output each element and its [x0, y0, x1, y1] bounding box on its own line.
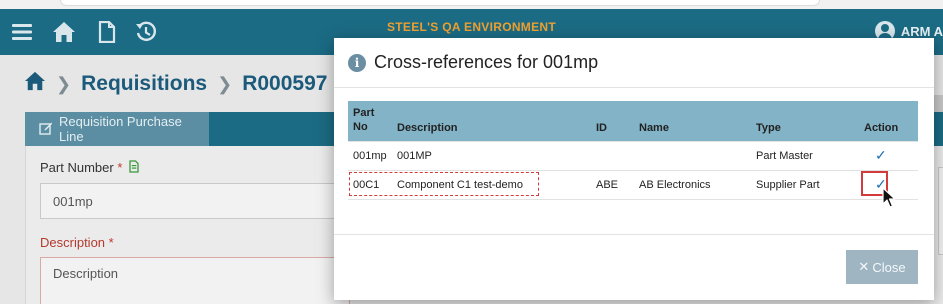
column-header-action: Action	[859, 101, 918, 141]
tab-label: Requisition Purchase Line	[59, 114, 182, 144]
part-number-field[interactable]: 001mp	[40, 183, 340, 219]
cross-references-modal: i Cross-references for 001mp Part No Desc…	[334, 38, 934, 300]
browser-strip	[0, 0, 943, 9]
cell-id: ABE	[591, 170, 634, 200]
user-name: ARM A	[900, 23, 943, 39]
breadcrumb: ❯ Requisitions ❯ R000597 ❯ N	[24, 71, 378, 97]
table-header-row: Part No Description ID Name Type Action	[348, 101, 918, 141]
table-row: 001mp 001MP Part Master ✓	[348, 140, 918, 171]
cell-type: Supplier Part	[751, 170, 859, 200]
modal-title: Cross-references for 001mp	[374, 52, 599, 72]
cell-name	[634, 140, 751, 171]
cell-description: 001MP	[392, 140, 591, 171]
column-header-description: Description	[392, 101, 591, 141]
spreadsheet-icon[interactable]	[129, 160, 139, 176]
mouse-cursor-icon	[882, 187, 896, 214]
environment-title: STEEL'S QA ENVIRONMENT	[386, 20, 557, 34]
close-button[interactable]: ✕ Close	[846, 250, 918, 284]
description-textarea[interactable]: Description	[40, 257, 350, 304]
tab-requisition-purchase-line[interactable]: Requisition Purchase Line	[25, 112, 209, 146]
breadcrumb-item-requisition[interactable]: R000597	[242, 72, 327, 96]
cell-type: Part Master	[751, 140, 859, 171]
column-header-name: Name	[634, 101, 751, 141]
edit-icon	[39, 121, 53, 138]
close-button-label: Close	[872, 259, 906, 275]
highlight-part-description	[349, 172, 539, 196]
modal-header: i Cross-references for 001mp	[334, 38, 934, 88]
description-label: Description *	[40, 235, 114, 250]
breadcrumb-item-requisitions[interactable]: Requisitions	[81, 72, 207, 96]
cell-action: ✓	[859, 140, 918, 171]
cell-id	[591, 140, 634, 171]
cell-name: AB Electronics	[634, 170, 751, 200]
close-icon: ✕	[858, 259, 870, 274]
info-icon: i	[348, 53, 366, 72]
modal-footer-divider	[334, 234, 934, 235]
cell-part-no: 001mp	[348, 140, 392, 171]
home-icon[interactable]	[24, 71, 46, 97]
breadcrumb-separator: ❯	[217, 73, 233, 94]
column-header-part-no: Part No	[348, 101, 392, 141]
browser-address-bar	[60, 0, 820, 6]
column-header-type: Type	[751, 101, 859, 141]
side-input-field[interactable]	[938, 167, 943, 255]
part-number-label: Part Number *	[40, 160, 139, 176]
select-check-icon[interactable]: ✓	[875, 147, 887, 164]
breadcrumb-separator: ❯	[56, 73, 72, 94]
column-header-id: ID	[591, 101, 634, 141]
required-marker: *	[117, 160, 123, 175]
